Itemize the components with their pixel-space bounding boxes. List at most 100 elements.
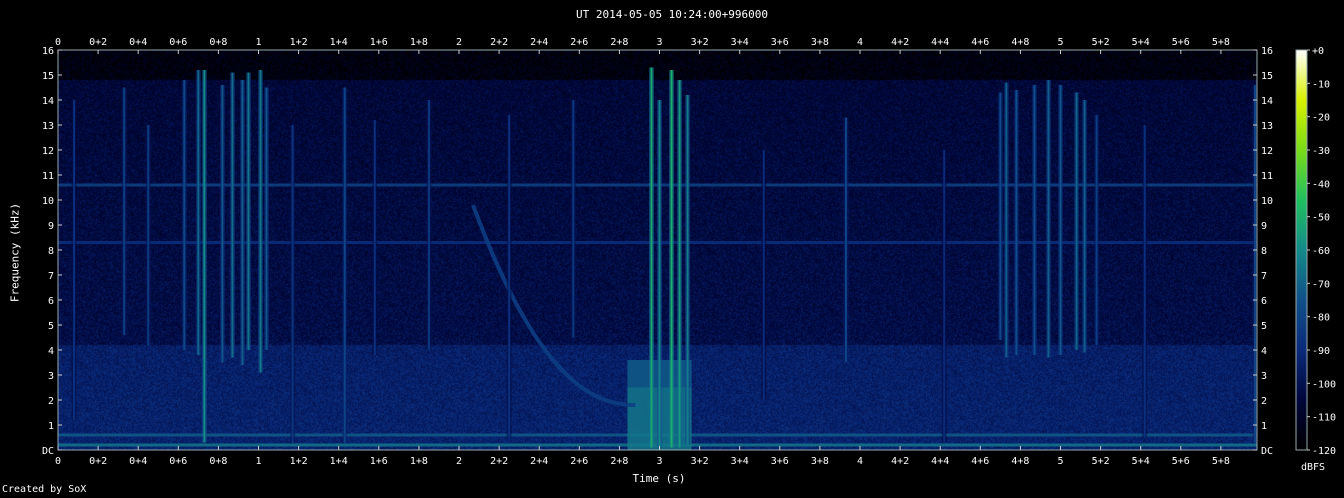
y-tick-label-left: 4 — [48, 346, 54, 357]
x-tick-label-top: 0+8 — [209, 37, 227, 48]
x-tick-label-bottom: 1+2 — [290, 456, 308, 467]
y-tick-label-left: 13 — [42, 121, 54, 132]
x-tick-label-bottom: 4+2 — [891, 456, 909, 467]
y-tick-label-left: 8 — [48, 246, 54, 257]
colorbar-tick-label: -60 — [1312, 246, 1330, 257]
x-tick-label-bottom: 3+2 — [691, 456, 709, 467]
x-tick-label-bottom: 4+4 — [931, 456, 949, 467]
x-tick-label-top: 1+2 — [290, 37, 308, 48]
colorbar-tick-label: -40 — [1312, 179, 1330, 190]
y-tick-label-right: 1 — [1261, 421, 1267, 432]
x-tick-label-bottom: 2+6 — [570, 456, 588, 467]
y-tick-label-right: 10 — [1261, 196, 1273, 207]
y-tick-label-left: DC — [42, 446, 54, 457]
y-tick-label-left: 9 — [48, 221, 54, 232]
x-tick-label-bottom: 4+8 — [1011, 456, 1029, 467]
x-tick-label-top: 1+4 — [330, 37, 348, 48]
x-tick-label-top: 1+8 — [410, 37, 428, 48]
x-tick-label-bottom: 1+4 — [330, 456, 348, 467]
y-tick-label-right: 11 — [1261, 171, 1273, 182]
x-tick-label-bottom: 0+4 — [129, 456, 147, 467]
x-tick-label-top: 4+6 — [971, 37, 989, 48]
x-tick-label-bottom: 2 — [456, 456, 462, 467]
colorbar-tick-label: -90 — [1312, 346, 1330, 357]
x-tick-label-bottom: 5+8 — [1212, 456, 1230, 467]
y-tick-label-left: 14 — [42, 96, 54, 107]
x-tick-label-bottom: 5+2 — [1092, 456, 1110, 467]
x-tick-label-top: 3+6 — [771, 37, 789, 48]
x-tick-label-top: 1+6 — [370, 37, 388, 48]
y-tick-label-right: 8 — [1261, 246, 1267, 257]
x-tick-label-top: 2 — [456, 37, 462, 48]
x-tick-label-bottom: 4 — [857, 456, 863, 467]
x-tick-label-top: 5+8 — [1212, 37, 1230, 48]
x-tick-label-top: 0+6 — [169, 37, 187, 48]
y-tick-label-right: 4 — [1261, 346, 1267, 357]
y-tick-label-right: 7 — [1261, 271, 1267, 282]
colorbar-tick-label: -10 — [1312, 79, 1330, 90]
y-tick-label-right: 12 — [1261, 146, 1273, 157]
y-tick-label-right: 16 — [1261, 46, 1273, 57]
y-tick-label-right: 6 — [1261, 296, 1267, 307]
x-tick-label-top: 3+4 — [731, 37, 749, 48]
x-tick-label-bottom: 4+6 — [971, 456, 989, 467]
x-tick-label-top: 3+8 — [811, 37, 829, 48]
x-tick-label-top: 2+2 — [490, 37, 508, 48]
y-tick-label-left: 11 — [42, 171, 54, 182]
colorbar-label: dBFS — [1301, 462, 1326, 473]
y-tick-label-left: 5 — [48, 321, 54, 332]
x-axis-label: Time (s) — [632, 472, 686, 485]
x-tick-label-bottom: 5 — [1057, 456, 1063, 467]
x-tick-label-top: 4+8 — [1011, 37, 1029, 48]
colorbar-tick-label: -100 — [1312, 379, 1336, 390]
plot-area — [58, 50, 1258, 450]
y-tick-label-left: 3 — [48, 371, 54, 382]
x-tick-label-top: 1 — [255, 37, 261, 48]
x-tick-label-bottom: 5+4 — [1132, 456, 1150, 467]
y-tick-label-left: 12 — [42, 146, 54, 157]
x-tick-label-top: 4+2 — [891, 37, 909, 48]
colorbar-tick-label: -120 — [1312, 446, 1336, 457]
x-tick-label-top: 4+4 — [931, 37, 949, 48]
x-tick-label-bottom: 1 — [255, 456, 261, 467]
y-axis-label: Frequency (kHz) — [8, 202, 22, 303]
x-tick-label-bottom: 3+8 — [811, 456, 829, 467]
x-tick-label-top: 5 — [1057, 37, 1063, 48]
colorbar-tick-label: -70 — [1312, 279, 1330, 290]
x-tick-label-top: 5+4 — [1132, 37, 1150, 48]
y-tick-label-left: 2 — [48, 396, 54, 407]
y-tick-label-left: 1 — [48, 421, 54, 432]
y-tick-label-left: 16 — [42, 46, 54, 57]
colorbar-tick-label: -50 — [1312, 213, 1330, 224]
x-tick-label-top: 2+8 — [610, 37, 628, 48]
colorbar-tick-label: -20 — [1312, 113, 1330, 124]
x-tick-label-bottom: 3+6 — [771, 456, 789, 467]
x-tick-label-bottom: 0 — [55, 456, 61, 467]
colorbar-tick-label: -110 — [1312, 413, 1336, 424]
colorbar-tick-label: +0 — [1312, 46, 1324, 57]
x-tick-label-top: 2+4 — [530, 37, 548, 48]
colorbar-tick-label: -30 — [1312, 146, 1330, 157]
x-tick-label-top: 3+2 — [691, 37, 709, 48]
x-tick-label-bottom: 0+2 — [89, 456, 107, 467]
y-tick-label-right: 14 — [1261, 96, 1273, 107]
x-tick-label-top: 3 — [656, 37, 662, 48]
x-tick-label-bottom: 5+6 — [1172, 456, 1190, 467]
x-tick-label-top: 0 — [55, 37, 61, 48]
y-tick-label-left: 15 — [42, 71, 54, 82]
y-tick-label-right: 3 — [1261, 371, 1267, 382]
colorbar-tick-label: -80 — [1312, 313, 1330, 324]
x-tick-label-top: 0+4 — [129, 37, 147, 48]
colorbar — [1295, 49, 1308, 451]
y-tick-label-right: DC — [1261, 446, 1273, 457]
x-tick-label-top: 4 — [857, 37, 863, 48]
x-tick-label-bottom: 2+8 — [610, 456, 628, 467]
y-tick-label-left: 7 — [48, 271, 54, 282]
x-tick-label-bottom: 0+8 — [209, 456, 227, 467]
y-tick-label-right: 9 — [1261, 221, 1267, 232]
y-tick-label-left: 6 — [48, 296, 54, 307]
x-tick-label-bottom: 1+8 — [410, 456, 428, 467]
x-tick-label-bottom: 2+2 — [490, 456, 508, 467]
x-tick-label-top: 5+2 — [1092, 37, 1110, 48]
y-tick-label-left: 10 — [42, 196, 54, 207]
